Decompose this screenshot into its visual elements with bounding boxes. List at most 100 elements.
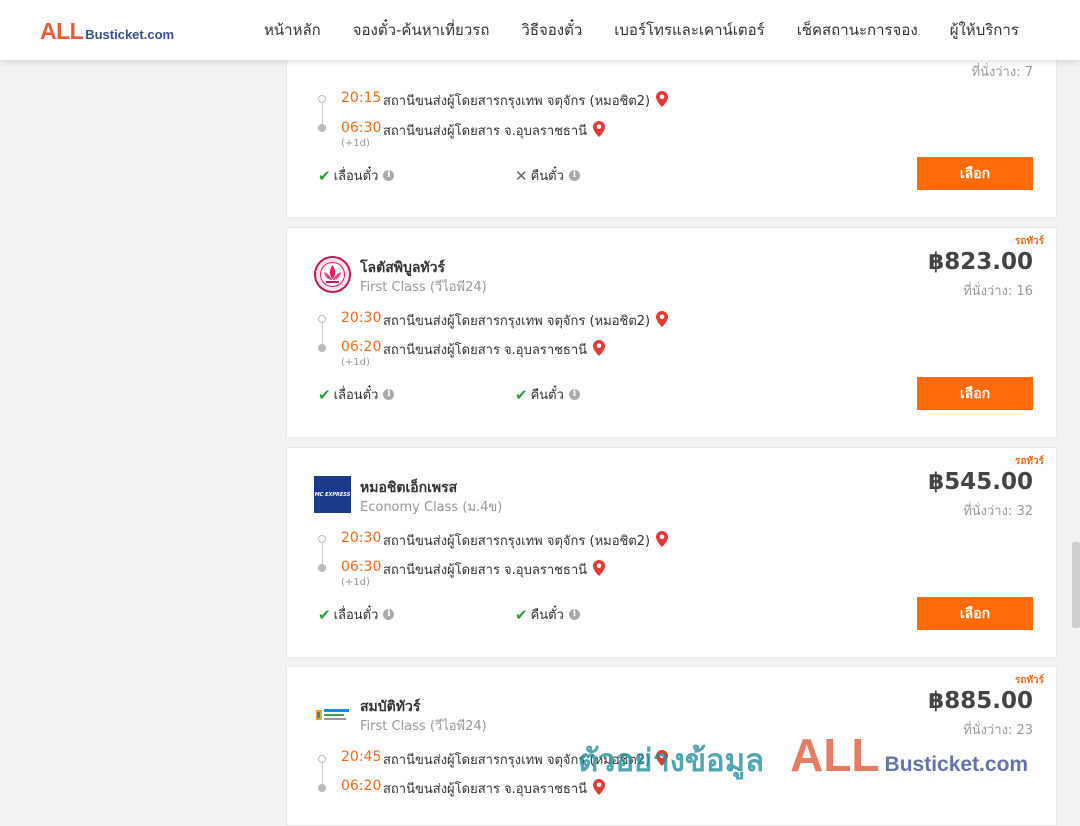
seats-available: ที่นั่งว่าง: 23 (963, 723, 1033, 738)
check-icon: ✔ (318, 385, 331, 404)
arrive-station: สถานีขนส่งผู้โดยสาร จ.อุบลราชธานี (383, 120, 606, 141)
bus-class: First Class (วีไอพี24) (360, 280, 487, 295)
bus-type-tag: รถทัวร์ (1014, 456, 1044, 467)
depart-time: 20:30 (341, 310, 382, 326)
select-trip-button[interactable]: เลือก (917, 597, 1033, 630)
check-icon: ✔ (318, 166, 331, 185)
arrive-station-text: สถานีขนส่งผู้โดยสาร จ.อุบลราชธานี (383, 124, 588, 139)
depart-time: 20:15 (341, 90, 382, 106)
depart-dot (318, 315, 326, 323)
arrive-dot (318, 564, 326, 572)
ticket-price: ฿545.00 (928, 469, 1033, 495)
logo-all-text: ALL (40, 18, 84, 44)
arrive-dot (318, 124, 326, 132)
info-icon[interactable]: i (383, 170, 395, 181)
arrive-dot (318, 784, 326, 792)
depart-station-text: สถานีขนส่งผู้โดยสารกรุงเทพ จตุจักร (หมอช… (383, 314, 651, 329)
site-logo[interactable]: ALL Busticket.com (40, 18, 174, 45)
bus-class: Economy Class (ม.4ข) (360, 500, 503, 515)
trip-card: รถทัวร์ โลตัสพิบูลทัวร์ First Class (วีไ… (286, 227, 1057, 438)
depart-station: สถานีขนส่งผู้โดยสารกรุงเทพ จตุจักร (หมอช… (383, 310, 669, 331)
nav-home[interactable]: หน้าหลัก (248, 18, 337, 42)
check-icon: ✔ (515, 605, 528, 624)
arrive-time: 06:30 (341, 120, 382, 136)
next-day-badge: (+1d) (341, 138, 370, 149)
cross-icon: ✕ (515, 166, 528, 185)
refund-ticket-label: คืนตั๋ว (530, 169, 564, 184)
check-icon: ✔ (318, 605, 331, 624)
info-icon[interactable]: i (568, 609, 580, 620)
arrive-station-text: สถานีขนส่งผู้โดยสาร จ.อุบลราชธานี (383, 563, 588, 578)
info-icon[interactable]: i (383, 609, 395, 620)
info-icon[interactable]: i (383, 389, 395, 400)
map-pin-icon[interactable] (656, 90, 669, 111)
refund-ticket-policy: ✔ คืนตั๋ว i (515, 384, 580, 405)
refund-ticket-label: คืนตั๋ว (530, 388, 564, 403)
logo-text: MC EXPRESS (314, 491, 351, 498)
select-trip-button[interactable]: เลือก (917, 157, 1033, 190)
nav-book-search[interactable]: จองตั๋ว-ค้นหาเที่ยวรถ (337, 18, 506, 42)
refund-ticket-label: คืนตั๋ว (530, 608, 564, 623)
change-ticket-policy: ✔ เลื่อนตั๋ว i (318, 384, 395, 405)
lotus-logo-icon (314, 256, 351, 293)
arrive-time: 06:30 (341, 559, 382, 575)
map-pin-icon[interactable] (593, 778, 606, 799)
depart-dot (318, 95, 326, 103)
ticket-price: ฿885.00 (928, 688, 1033, 714)
map-pin-icon[interactable] (656, 749, 669, 770)
depart-time: 20:30 (341, 530, 382, 546)
check-icon: ✔ (515, 385, 528, 404)
arrive-station: สถานีขนส่งผู้โดยสาร จ.อุบลราชธานี (383, 339, 606, 360)
nav-operators[interactable]: ผู้ให้บริการ (934, 18, 1035, 42)
next-day-badge: (+1d) (341, 577, 370, 588)
sombat-tour-logo-icon (314, 695, 351, 732)
depart-station-text: สถานีขนส่งผู้โดยสารกรุงเทพ จตุจักร (หมอช… (383, 534, 651, 549)
depart-station-text: สถานีขนส่งผู้โดยสารกรุงเทพ จตุจักร (หมอช… (383, 94, 651, 109)
map-pin-icon[interactable] (593, 559, 606, 580)
map-pin-icon[interactable] (593, 339, 606, 360)
select-trip-button[interactable]: เลือก (917, 377, 1033, 410)
depart-station: สถานีขนส่งผู้โดยสารกรุงเทพ จตุจักร (หมอช… (383, 749, 669, 770)
bus-type-tag: รถทัวร์ (1014, 236, 1044, 247)
seats-available: ที่นั่งว่าง: 7 (971, 65, 1033, 80)
top-navbar: ALL Busticket.com หน้าหลัก จองตั๋ว-ค้นหา… (0, 0, 1080, 60)
map-pin-icon[interactable] (656, 310, 669, 331)
map-pin-icon[interactable] (656, 530, 669, 551)
seats-available: ที่นั่งว่าง: 16 (963, 284, 1033, 299)
bus-type-tag: รถทัวร์ (1014, 675, 1044, 686)
depart-station-text: สถานีขนส่งผู้โดยสารกรุงเทพ จตุจักร (หมอช… (383, 753, 651, 768)
depart-station: สถานีขนส่งผู้โดยสารกรุงเทพ จตุจักร (หมอช… (383, 530, 669, 551)
nav-check-booking[interactable]: เช็คสถานะการจอง (781, 18, 934, 42)
depart-dot (318, 535, 326, 543)
arrive-station: สถานีขนส่งผู้โดยสาร จ.อุบลราชธานี (383, 778, 606, 799)
scrollbar-thumb[interactable] (1072, 542, 1080, 628)
refund-ticket-policy: ✕ คืนตั๋ว i (515, 165, 580, 186)
mochit-express-logo-icon: MC EXPRESS (314, 476, 351, 513)
depart-station: สถานีขนส่งผู้โดยสารกรุงเทพ จตุจักร (หมอช… (383, 90, 669, 111)
arrive-dot (318, 344, 326, 352)
refund-ticket-policy: ✔ คืนตั๋ว i (515, 604, 580, 625)
ticket-price: ฿823.00 (928, 249, 1033, 275)
trip-card: รถทัวร์ สมบัติทัวร์ First Class (วีไอพี2… (286, 666, 1057, 826)
seats-available: ที่นั่งว่าง: 32 (963, 504, 1033, 519)
change-ticket-policy: ✔ เลื่อนตั๋ว i (318, 165, 395, 186)
logo-domain-text: Busticket.com (85, 27, 175, 42)
info-icon[interactable]: i (568, 389, 580, 400)
arrive-station-text: สถานีขนส่งผู้โดยสาร จ.อุบลราชธานี (383, 782, 588, 797)
depart-dot (318, 755, 326, 763)
info-icon[interactable]: i (568, 170, 580, 181)
depart-time: 20:45 (341, 749, 382, 765)
page-scrollbar[interactable] (1072, 60, 1080, 800)
nav-how-to-book[interactable]: วิธีจองตั๋ว (505, 18, 598, 42)
arrive-time: 06:20 (341, 339, 382, 355)
bus-class: First Class (วีไอพี24) (360, 719, 487, 734)
change-ticket-label: เลื่อนตั๋ว (333, 388, 379, 403)
map-pin-icon[interactable] (593, 120, 606, 141)
change-ticket-label: เลื่อนตั๋ว (333, 169, 379, 184)
change-ticket-policy: ✔ เลื่อนตั๋ว i (318, 604, 395, 625)
trip-card: รถทัวร์ MC EXPRESS หมอชิตเอ็กเพรส Econom… (286, 447, 1057, 658)
arrive-station-text: สถานีขนส่งผู้โดยสาร จ.อุบลราชธานี (383, 343, 588, 358)
arrive-time: 06:20 (341, 778, 382, 794)
nav-contact-counters[interactable]: เบอร์โทรและเคาน์เตอร์ (598, 18, 780, 42)
next-day-badge: (+1d) (341, 357, 370, 368)
